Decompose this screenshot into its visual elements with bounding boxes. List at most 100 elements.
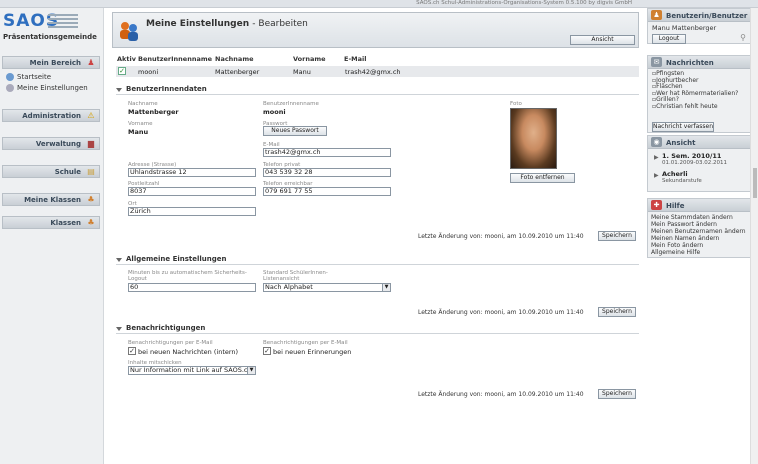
page-header: Meine Einstellungen - Bearbeiten Ansicht [112, 12, 639, 48]
ort-field[interactable]: Zürich [128, 207, 256, 216]
profile-photo [510, 108, 557, 169]
warning-icon: ⚠ [87, 111, 95, 120]
save-button[interactable]: Speichern [598, 231, 636, 241]
view-panel: ◉ Ansicht ▶ 1. Sem. 2010/11 01.01.2009-03… [647, 135, 751, 192]
list-view-label: Standard SchülerInnen-Listenansicht [263, 270, 328, 282]
inhalte-select[interactable]: Nur Information mit Link auf SAOS.ch ▼ [128, 366, 256, 375]
tel-privat-field[interactable]: 043 539 32 28 [263, 168, 391, 177]
page-title-text: Meine Einstellungen [146, 19, 250, 29]
messages-panel-header: ✉ Nachrichten [648, 56, 750, 69]
foto-label: Foto [510, 101, 522, 107]
help-link[interactable]: Mein Foto ändern [651, 242, 747, 249]
chevron-down-icon: ▼ [382, 284, 390, 291]
plz-field[interactable]: 8037 [128, 187, 256, 196]
home-icon [6, 73, 14, 81]
last-change-text: Letzte Änderung von: mooni, am 10.09.201… [418, 391, 584, 398]
section-benachrichtigungen[interactable]: Benachrichtigungen [116, 324, 639, 334]
view-button[interactable]: Ansicht [570, 35, 635, 45]
active-checkbox[interactable]: ✓ [118, 67, 126, 75]
notify-reminders-checkbox[interactable]: ✓ [263, 347, 271, 355]
help-link[interactable]: Meinen Benutzernamen ändern [651, 228, 747, 235]
logout-minutes-field[interactable]: 60 [128, 283, 256, 292]
sidebar-item-startseite[interactable]: Startseite [6, 73, 51, 81]
nachname-value: Mattenberger [128, 108, 179, 116]
logo-lines [48, 14, 78, 32]
help-link[interactable]: Meinen Namen ändern [651, 235, 747, 242]
col-header-aktiv[interactable]: Aktiv [117, 55, 136, 63]
list-view-value: Nach Alphabet [265, 283, 313, 291]
message-item-text: Christian fehlt heute [656, 102, 718, 110]
list-view-select[interactable]: Nach Alphabet ▼ [263, 283, 391, 292]
section-benutzerdaten[interactable]: BenutzerInnendaten [116, 85, 639, 95]
scrollbar-thumb[interactable] [753, 168, 757, 198]
chevron-down-icon: ▼ [247, 367, 255, 374]
save-button[interactable]: Speichern [598, 307, 636, 317]
user-name: Manu Mattenberger [652, 24, 717, 32]
nav-schule[interactable]: Schule ▤ [2, 165, 100, 178]
compose-message-button[interactable]: Nachricht verfassen [652, 122, 714, 132]
new-password-button[interactable]: Neues Passwort [263, 126, 327, 136]
last-change-text: Letzte Änderung von: mooni, am 10.09.201… [418, 233, 584, 240]
page-title: Meine Einstellungen - Bearbeiten [146, 19, 308, 29]
chevron-right-icon[interactable]: ▶ [654, 172, 659, 179]
vertical-scrollbar[interactable] [750, 8, 758, 464]
view-panel-header: ◉ Ansicht [648, 136, 750, 149]
nav-administration[interactable]: Administration ⚠ [2, 109, 100, 122]
col-header-vorname[interactable]: Vorname [293, 55, 326, 63]
notify-reminders-label: Benachrichtigungen per E-Mail [263, 340, 348, 346]
sidebar-item-label: Meine Einstellungen [17, 84, 88, 92]
nav-mein-bereich[interactable]: Mein Bereich ♟ [2, 56, 100, 69]
cell-benutzername: mooni [138, 68, 159, 76]
organization-name: Präsentationsgemeinde [3, 33, 97, 41]
nav-mein-bereich-label: Mein Bereich [29, 59, 81, 67]
paperclip-icon[interactable]: ⚲ [740, 33, 746, 42]
nav-verwaltung-label: Verwaltung [35, 140, 81, 148]
nav-verwaltung[interactable]: Verwaltung ▆ [2, 137, 100, 150]
vorname-value: Manu [128, 128, 149, 136]
sidebar-item-meine-einstellungen[interactable]: Meine Einstellungen [6, 84, 88, 92]
table-row[interactable]: ✓ mooni Mattenberger Manu trash42@gmx.ch [116, 66, 639, 77]
col-header-email[interactable]: E-Mail [344, 55, 366, 63]
col-header-nachname[interactable]: Nachname [215, 55, 254, 63]
save-button[interactable]: Speichern [598, 389, 636, 399]
message-item[interactable]: ▫Christian fehlt heute [652, 102, 746, 111]
help-link[interactable]: Mein Passwort ändern [651, 221, 747, 228]
cell-vorname: Manu [293, 68, 311, 76]
settings-icon [6, 84, 14, 92]
nav-administration-label: Administration [22, 112, 81, 120]
col-header-benutzername[interactable]: BenutzerInnenname [138, 55, 212, 63]
left-sidebar: SAOS Präsentationsgemeinde Mein Bereich … [0, 8, 104, 464]
semester-dates: 01.01.2009-03.02.2011 [662, 160, 727, 166]
nav-klassen[interactable]: Klassen ♣ [2, 216, 100, 229]
logout-button[interactable]: Logout [652, 34, 686, 44]
inhalte-value: Nur Information mit Link auf SAOS.ch [130, 366, 252, 374]
notify-messages-label: Benachrichtigungen per E-Mail [128, 340, 213, 346]
notify-messages-text: bei neuen Nachrichten (intern) [138, 348, 239, 356]
remove-photo-button[interactable]: Foto entfernen [510, 173, 575, 183]
vorname-label: Vorname [128, 121, 153, 127]
help-panel: ✚ Hilfe Meine Stammdaten ändern Mein Pass… [647, 198, 751, 258]
email-field[interactable]: trash42@gmx.ch [263, 148, 391, 157]
user-panel: ♟ Benutzerin/Benutzer Manu Mattenberger L… [647, 8, 751, 44]
logout-label: Minuten bis zu automatischem Sicherheits… [128, 270, 247, 282]
right-sidebar: ♟ Benutzerin/Benutzer Manu Mattenberger L… [644, 8, 754, 464]
help-link[interactable]: Meine Stammdaten ändern [651, 214, 747, 221]
semester-label[interactable]: 1. Sem. 2010/11 [662, 152, 721, 160]
user-icon: ♟ [651, 10, 662, 20]
notify-messages-checkbox[interactable]: ✓ [128, 347, 136, 355]
sidebar-item-label: Startseite [17, 73, 52, 81]
nav-meine-klassen[interactable]: Meine Klassen ♣ [2, 193, 100, 206]
adresse-field[interactable]: Uhlandstrasse 12 [128, 168, 256, 177]
group-icon: ♣ [87, 218, 95, 227]
messages-panel-title: Nachrichten [666, 59, 714, 67]
class-label[interactable]: Acherli [662, 170, 688, 178]
tel-erreichbar-field[interactable]: 079 691 77 55 [263, 187, 391, 196]
cell-nachname: Mattenberger [215, 68, 260, 76]
section-allgemein[interactable]: Allgemeine Einstellungen [116, 255, 639, 265]
last-change-text: Letzte Änderung von: mooni, am 10.09.201… [418, 309, 584, 316]
help-link[interactable]: Allgemeine Hilfe [651, 249, 747, 256]
cabinet-icon: ▆ [87, 139, 95, 148]
class-level: Sekundarstufe [662, 178, 702, 184]
main-content: Meine Einstellungen - Bearbeiten Ansicht… [112, 8, 642, 464]
chevron-right-icon[interactable]: ▶ [654, 154, 659, 161]
